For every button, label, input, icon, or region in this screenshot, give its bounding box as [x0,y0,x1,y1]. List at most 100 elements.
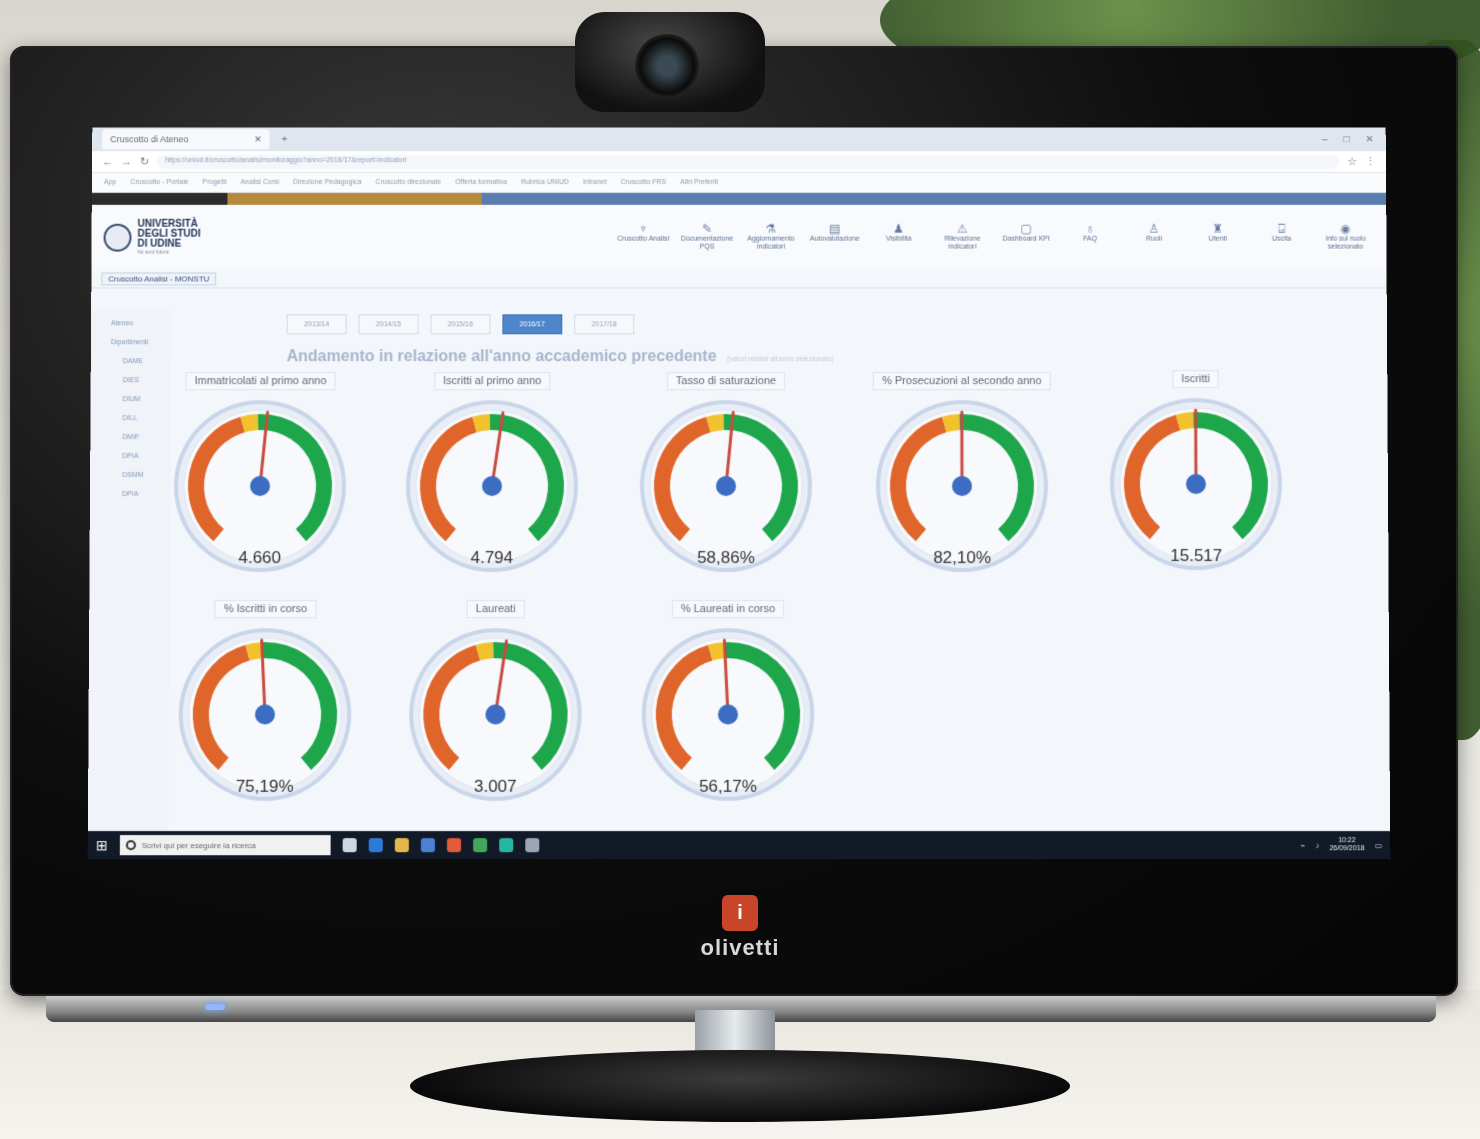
app-toolbar: ♆ Cruscotto Analisi ✎ Documentazione PQS ⚗ Ag… [614,221,1374,251]
gauge-label: % Iscritti in corso [214,600,317,619]
form-icon: ▤ [829,221,841,236]
bookmark-item[interactable]: Progetti [202,179,226,186]
clock[interactable]: 10:22 26/09/2018 [1329,837,1364,853]
browser-titlebar: Cruscotto di Ateneo ✕ + – □ ✕ [92,127,1386,152]
sidebar-subitem[interactable]: DAME [111,358,171,377]
bookmark-item[interactable]: Cruscotto - Portale [130,179,188,186]
toolbar-logout-button[interactable]: ⍈ Uscita [1253,221,1311,251]
volume-icon[interactable]: ♪ [1315,841,1319,850]
back-icon[interactable]: ← [102,156,113,168]
minimize-icon[interactable]: – [1322,134,1328,145]
close-icon[interactable]: ✕ [254,134,262,145]
taskbar-search[interactable]: Scrivi qui per eseguire la ricerca [119,835,331,856]
breadcrumb-item[interactable]: Cruscotto Analisi - MONSTU [101,272,217,286]
cortana-icon [125,840,136,851]
gauge-yellow-zone [240,414,259,433]
sidebar-subitem[interactable]: DIES [111,377,171,396]
university-logo[interactable]: UNIVERSITÀ DEGLI STUDI DI UDINE hic sunt… [103,219,201,256]
toolbar-update-button[interactable]: ⚗ Aggiornamento indicatori [742,221,800,251]
gauge-widget: % Iscritti in corso 75,19% [174,600,355,805]
report-icon: ⚠ [957,221,968,236]
toolbar-document-button[interactable]: ✎ Documentazione PQS [678,221,736,251]
sidebar-subitem[interactable]: DIUM [110,396,170,415]
year-tab[interactable]: 2014/15 [358,314,419,335]
reload-icon[interactable]: ↻ [140,155,149,168]
edge-icon[interactable] [368,838,383,853]
crest-icon [103,223,132,252]
webcam [575,12,765,112]
forward-icon[interactable]: → [121,156,132,168]
bookmark-item[interactable]: Direzione Pedagogica [293,179,361,186]
year-tab[interactable]: 2016/17 [502,314,563,335]
gauge-hub [1186,474,1207,494]
gauge-value: 82,10% [933,548,992,568]
bookmark-item[interactable]: App [104,179,116,186]
notifications-icon[interactable]: ▭ [1375,841,1383,850]
gauge-label: % Laureati in corso [671,600,785,619]
toolbar-label: Cruscotto Analisi [617,235,670,243]
sidebar-subitem[interactable]: DPIA [110,453,170,472]
bookmark-item[interactable]: Cruscotto FRS [620,179,666,186]
toolbar-label: Autovalutazione [809,235,860,243]
brand-name: olivetti [700,935,780,960]
toolbar-report-button[interactable]: ⚠ Rilevazione indicatori [933,221,991,251]
bookmark-item[interactable]: Analisi Corsi [240,179,279,186]
bookmark-item[interactable]: Altri Preferiti [680,179,718,186]
users-icon: ♜ [1212,221,1224,236]
toolbar-label: Uscita [1271,235,1292,243]
gauge-yellow-zone [472,414,491,433]
sidebar-item-dipartimenti[interactable]: Dipartimenti [111,339,171,358]
firefox-icon[interactable] [446,838,461,853]
bookmark-item[interactable]: Cruscotto direzionale [375,179,441,186]
monitor-icon: ▢ [1020,221,1032,236]
sidebar-subitem[interactable]: DMIF [110,434,170,453]
windows-start-icon[interactable]: ⊞ [96,837,108,854]
toolbar-chart-button[interactable]: ♆ Cruscotto Analisi [614,221,672,251]
store-icon[interactable] [420,838,435,853]
main-content: 2013/14 2014/15 2015/16 2016/17 2017/18 Anda… [168,310,1390,831]
year-tab[interactable]: 2017/18 [574,314,635,335]
bookmark-item[interactable]: Rubrica UNIUD [521,179,569,186]
menu-icon[interactable]: ⋮ [1365,155,1376,168]
toolbar-faq-button[interactable]: ♁ FAQ [1061,221,1119,251]
bookmark-item[interactable]: Intranet [583,179,607,186]
faq-icon: ♁ [1085,221,1095,236]
toolbar-roles-button[interactable]: ♙ Ruoli [1125,221,1183,251]
bookmarks-bar: App Cruscotto - Portale Progetti Analisi Co… [91,173,1387,193]
sidebar-item-ateneo[interactable]: Ateneo [111,320,171,339]
year-tab[interactable]: 2015/16 [430,314,491,335]
toolbar-monitor-button[interactable]: ▢ Dashboard KPI [997,221,1055,251]
new-tab-icon[interactable]: + [282,134,288,145]
year-tab[interactable]: 2013/14 [286,314,347,335]
network-icon[interactable]: ⌁ [1300,841,1305,850]
toolbar-profile-button[interactable]: ◉ Info sul ruolo selezionato [1316,221,1374,251]
windows-taskbar: ⊞ Scrivi qui per eseguire la ricerca ⌁ ♪… [87,831,1391,860]
page-title-text: Andamento in relazione all'anno accademi… [286,348,717,366]
toolbar-user-button[interactable]: ♟ Visibilità [870,221,928,251]
close-window-icon[interactable]: ✕ [1365,134,1373,145]
bookmark-item[interactable]: Offerta formativa [455,179,507,186]
file-explorer-icon[interactable] [394,838,409,853]
gauge-value: 15.517 [1170,546,1223,566]
chrome-icon[interactable] [472,838,487,853]
settings-icon[interactable] [524,838,540,853]
toolbar-users-button[interactable]: ♜ Utenti [1189,221,1247,251]
star-icon[interactable]: ☆ [1347,155,1357,168]
sidebar-subitem[interactable]: DSMM [110,472,170,491]
maximize-icon[interactable]: □ [1343,134,1349,145]
app-icon[interactable] [498,838,513,853]
gauge-label: Iscritti al primo anno [434,372,551,391]
brand-colorbar [91,192,1387,205]
gauge-yellow-zone [706,414,725,433]
browser-tab[interactable]: Cruscotto di Ateneo ✕ [102,129,270,150]
toolbar-form-button[interactable]: ▤ Autovalutazione [806,221,864,251]
gauge-hub [716,476,737,496]
gauge-widget: % Laureati in corso 56,17% [638,600,819,805]
url-field[interactable]: https://uniud.it/cruscotto/analisi/monit… [157,154,1340,169]
sidebar-subitem[interactable]: DPIA [110,491,170,510]
gauge-widget: Tasso di saturazione 58,86% [636,372,816,576]
sidebar-subitem[interactable]: DILL [110,415,170,434]
webcam-lens [635,34,699,98]
task-view-icon[interactable] [342,838,357,853]
university-name-3: DI UDINE [137,238,182,250]
